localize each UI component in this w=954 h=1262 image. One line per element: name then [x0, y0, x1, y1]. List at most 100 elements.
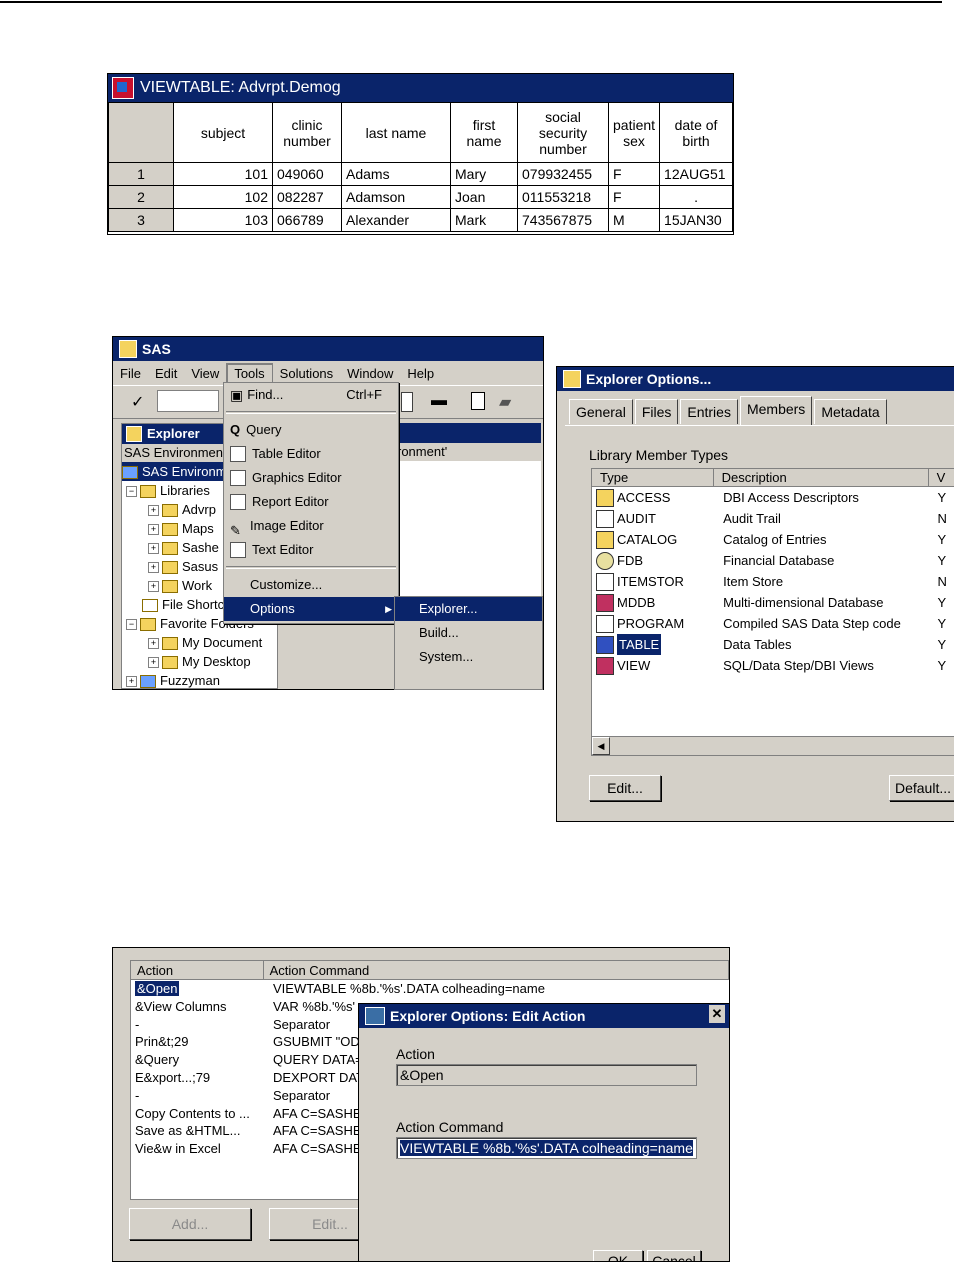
cell[interactable]: 066789 [272, 208, 342, 232]
cell[interactable]: 15JAN30 [659, 208, 733, 232]
expand-icon[interactable]: + [148, 543, 159, 555]
menu-item-graphics-editor[interactable]: Graphics Editor [224, 466, 398, 490]
action-row-selected[interactable]: &Open VIEWTABLE %8b.'%s'.DATA colheading=… [131, 980, 729, 998]
menu-item-system[interactable]: System... [395, 645, 542, 669]
collapse-icon[interactable]: − [126, 486, 137, 498]
cell[interactable]: F [607, 185, 661, 209]
expand-icon[interactable]: + [148, 638, 159, 650]
cell[interactable]: 101 [173, 162, 273, 186]
collapse-icon[interactable]: − [126, 619, 137, 631]
row-number[interactable]: 1 [108, 162, 174, 186]
default-button[interactable]: Default... [889, 775, 954, 801]
open-folder-icon[interactable]: ▰ [499, 392, 511, 412]
tab-members[interactable]: Members [739, 396, 813, 425]
row-number[interactable]: 3 [108, 208, 174, 232]
cell[interactable]: 079932455 [517, 162, 609, 186]
expand-icon[interactable]: + [126, 676, 137, 688]
expand-icon[interactable]: + [148, 524, 159, 536]
edit-button[interactable]: Edit... [589, 775, 661, 801]
menu-item-options[interactable]: Options ▶ [224, 597, 398, 621]
cell[interactable]: 082287 [272, 185, 342, 209]
list-item[interactable]: CATALOG Catalog of Entries Y [592, 529, 954, 550]
scroll-left-icon[interactable]: ◀ [592, 737, 610, 755]
cell[interactable]: 102 [173, 185, 273, 209]
expand-icon[interactable]: + [148, 581, 159, 593]
menu-item-query[interactable]: Q Query [224, 418, 398, 442]
list-item[interactable]: AUDIT Audit Trail N [592, 508, 954, 529]
menu-item-explorer-options[interactable]: Explorer... [395, 597, 542, 621]
menu-window[interactable]: Window [340, 364, 400, 383]
cell[interactable]: 743567875 [517, 208, 609, 232]
cell[interactable]: 049060 [272, 162, 342, 186]
command-input[interactable] [157, 390, 219, 412]
list-item[interactable]: ITEMSTOR Item Store N [592, 571, 954, 592]
table-row[interactable]: 1 101 049060 Adams Mary 079932455 F 12AU… [108, 162, 733, 186]
list-item[interactable]: PROGRAM Compiled SAS Data Step code Y [592, 613, 954, 634]
cell[interactable]: Mark [450, 208, 518, 232]
column-header[interactable]: social security number [517, 102, 609, 163]
column-header-command[interactable]: Action Command [263, 961, 729, 980]
column-header[interactable]: clinic number [272, 102, 342, 163]
folder-icon[interactable]: ▬ [431, 392, 447, 410]
list-item[interactable]: VIEW SQL/Data Step/DBI Views Y [592, 655, 954, 676]
dialog-titlebar[interactable]: Explorer Options: Edit Action ✕ [359, 1004, 729, 1028]
expand-icon[interactable]: + [148, 562, 159, 574]
menu-help[interactable]: Help [400, 364, 441, 383]
action-field[interactable]: &Open [396, 1064, 697, 1086]
cell[interactable]: Adams [341, 162, 451, 186]
cell[interactable]: Adamson [341, 185, 451, 209]
menu-item-customize[interactable]: Customize... [224, 573, 398, 597]
menu-edit[interactable]: Edit [148, 364, 184, 383]
cell[interactable]: Mary [450, 162, 518, 186]
tab-metadata[interactable]: Metadata [814, 399, 887, 424]
tab-files[interactable]: Files [634, 399, 679, 424]
row-number[interactable]: 2 [108, 185, 174, 209]
action-command-field[interactable]: VIEWTABLE %8b.'%s'.DATA colheading=name [396, 1137, 697, 1159]
viewtable-titlebar[interactable]: VIEWTABLE: Advrpt.Demog [108, 74, 733, 102]
close-icon[interactable]: ✕ [709, 1005, 725, 1023]
new-document-icon[interactable] [471, 392, 485, 410]
dialog-titlebar[interactable]: Explorer Options... [557, 367, 954, 391]
menu-item-text-editor[interactable]: Text Editor [224, 538, 398, 562]
horizontal-scrollbar[interactable]: ◀ [592, 736, 954, 755]
tab-general[interactable]: General [569, 399, 633, 424]
sas-titlebar[interactable]: SAS [113, 337, 543, 361]
menu-tools[interactable]: Tools [226, 362, 273, 384]
table-row[interactable]: 2 102 082287 Adamson Joan 011553218 F . [108, 185, 733, 209]
column-header[interactable]: date of birth [659, 102, 733, 163]
list-item[interactable]: MDDB Multi-dimensional Database Y [592, 592, 954, 613]
cell[interactable]: Alexander [341, 208, 451, 232]
menu-item-find[interactable]: ▣ Find... Ctrl+F [224, 383, 398, 407]
tree-item-my-desktop[interactable]: + My Desktop [122, 652, 277, 671]
menu-item-table-editor[interactable]: Table Editor [224, 442, 398, 466]
column-header[interactable]: last name [341, 102, 451, 163]
list-item-selected[interactable]: TABLE Data Tables Y [592, 634, 954, 655]
member-types-list[interactable]: Type Description V ACCESS DBI Access Desc… [591, 468, 954, 756]
list-item[interactable]: ACCESS DBI Access Descriptors Y [592, 487, 954, 508]
checkmark-icon[interactable]: ✓ [131, 392, 144, 412]
column-header-type[interactable]: Type [592, 469, 714, 487]
cell[interactable]: 12AUG51 [659, 162, 733, 186]
menu-solutions[interactable]: Solutions [273, 364, 340, 383]
column-header[interactable]: subject [173, 102, 273, 163]
cell[interactable]: M [607, 208, 661, 232]
column-header-action[interactable]: Action [131, 961, 264, 980]
menu-item-build[interactable]: Build... [395, 621, 542, 645]
tab-entries[interactable]: Entries [680, 399, 738, 424]
column-header-description[interactable]: Description [713, 469, 929, 487]
cell[interactable]: 103 [173, 208, 273, 232]
menu-file[interactable]: File [113, 364, 148, 383]
menu-view[interactable]: View [184, 364, 226, 383]
list-item[interactable]: FDB Financial Database Y [592, 550, 954, 571]
add-button[interactable]: Add... [129, 1208, 251, 1240]
expand-icon[interactable]: + [148, 657, 159, 669]
cell[interactable]: . [659, 185, 733, 209]
menu-item-image-editor[interactable]: ✎ Image Editor [224, 514, 398, 538]
column-header-extra[interactable]: V [928, 469, 954, 487]
column-header[interactable]: patient sex [607, 102, 661, 163]
expand-icon[interactable]: + [148, 505, 159, 517]
ok-button[interactable]: OK [593, 1250, 643, 1261]
cell[interactable]: 011553218 [517, 185, 609, 209]
cancel-button[interactable]: Cancel [647, 1250, 701, 1261]
cell[interactable]: F [607, 162, 661, 186]
